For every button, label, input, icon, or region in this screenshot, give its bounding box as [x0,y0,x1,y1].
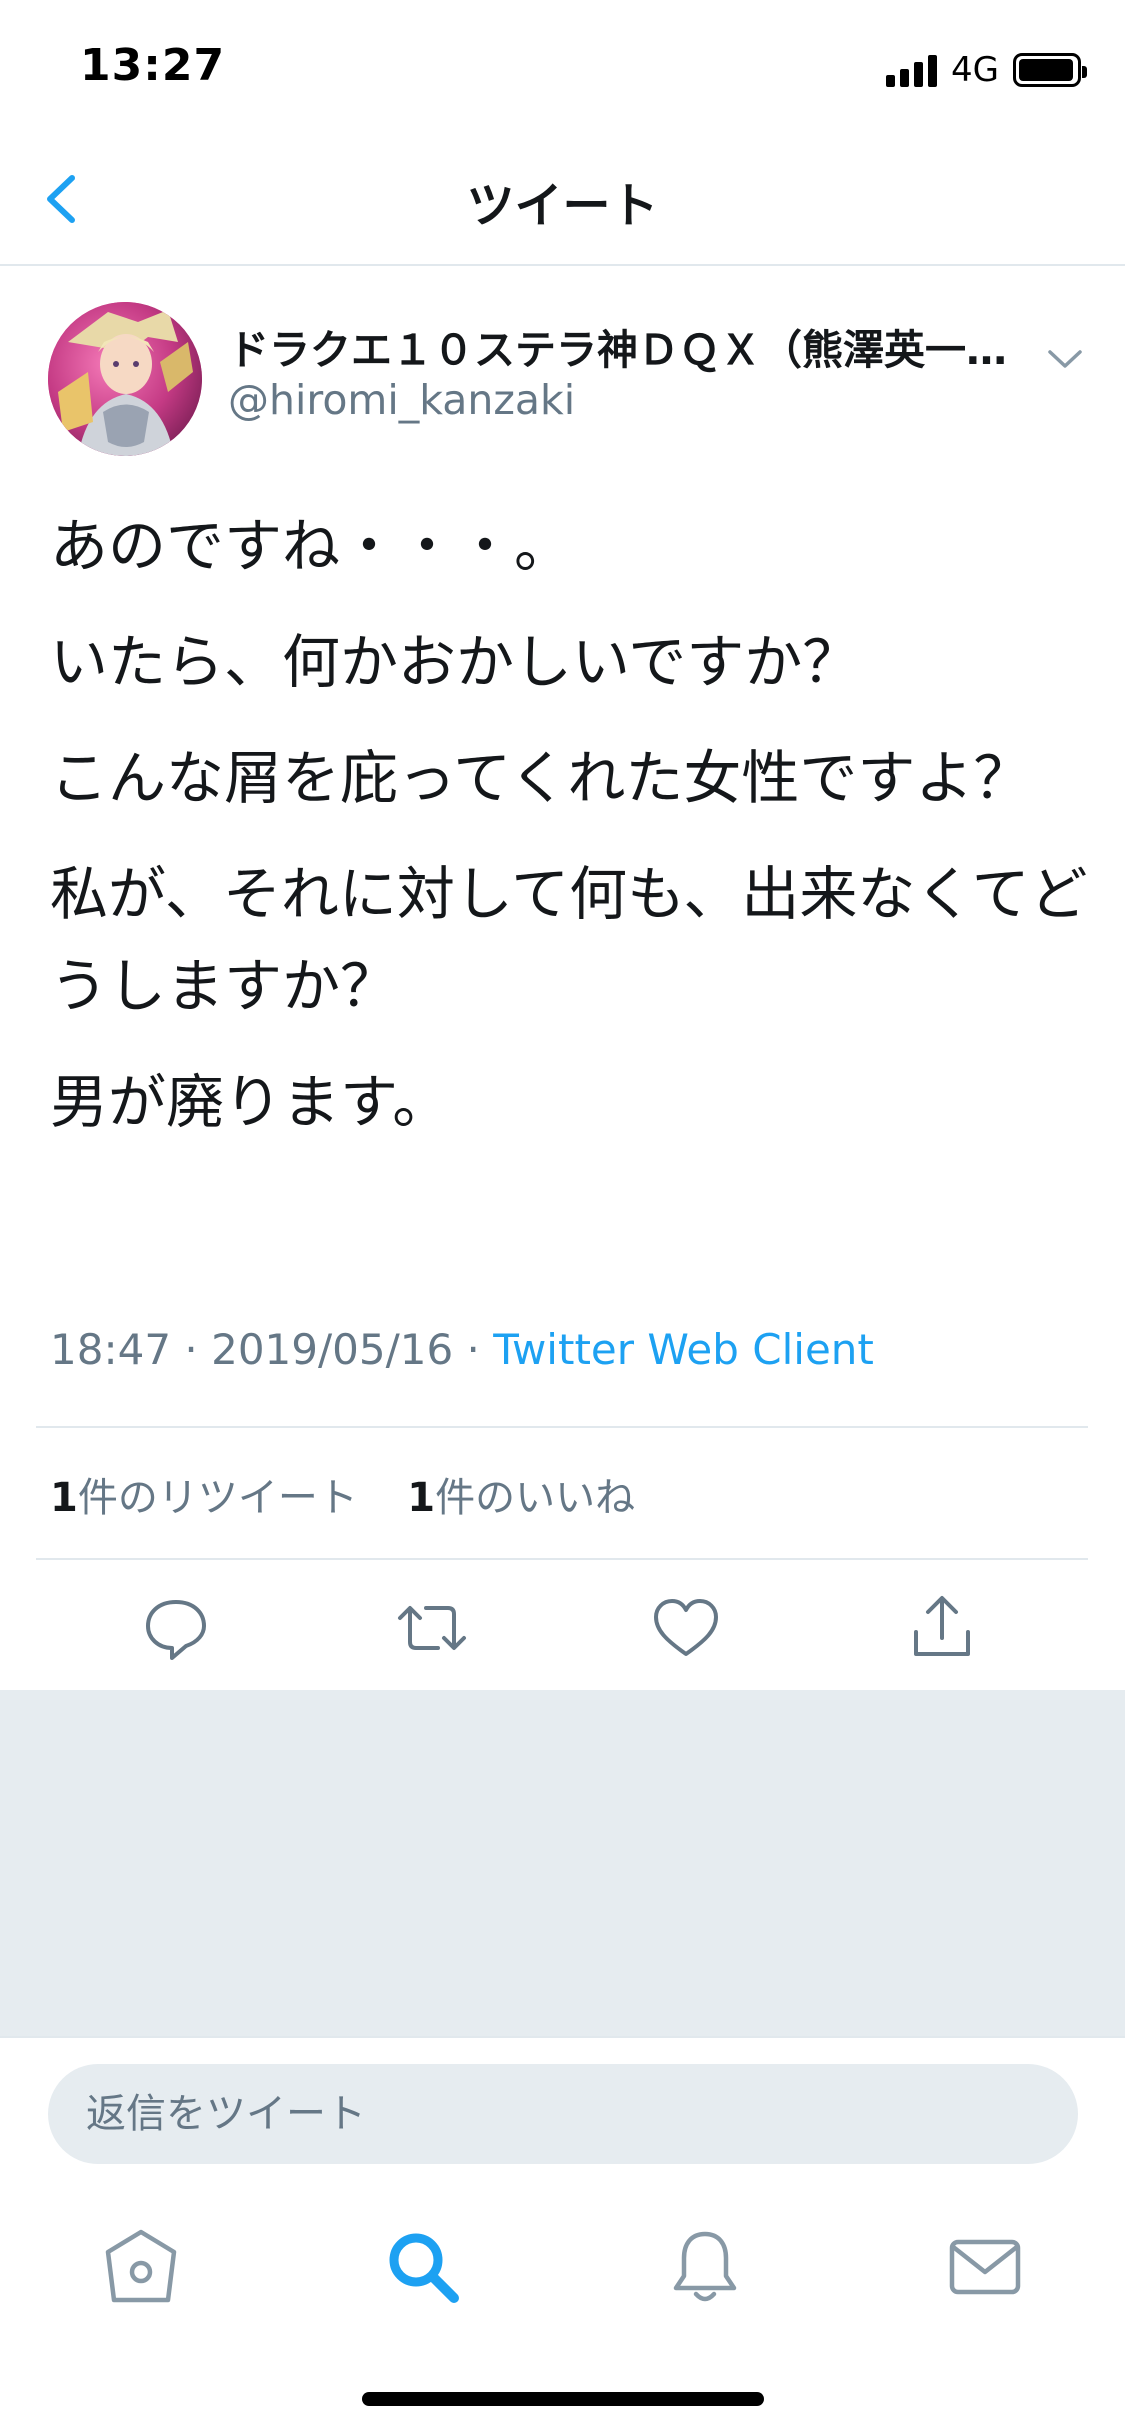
bell-icon [673,2231,737,2302]
like-count-value: 1 [407,1475,436,1521]
retweet-count[interactable]: 1件のリツイート [50,1475,358,1521]
network-type: 4G [951,50,999,90]
reply-button[interactable] [136,1588,216,1668]
share-icon [914,1596,970,1656]
meta-separator: · [453,1325,494,1374]
tweet-actions [0,1560,1125,1690]
home-indicator[interactable] [362,2392,764,2406]
meta-separator: · [171,1325,212,1374]
status-bar: 13:27 4G [0,0,1125,136]
reply-bar [0,2036,1125,2186]
divider [36,1426,1088,1428]
reply-input[interactable] [48,2064,1078,2164]
signal-icon [886,53,938,87]
tweet-text-line: いたら、何かおかしいですか？ [50,628,861,696]
tweet-time: 18:47 [50,1325,172,1374]
like-count-label: 件のいいね [435,1475,636,1521]
tweet-text-line: 私が、それに対して何も、出来なくてどうしますか？ [50,860,1088,1020]
tweet-stats: 1件のリツイート 1件のいいね [50,1465,635,1523]
tab-messages[interactable] [940,2222,1030,2312]
tab-search[interactable] [378,2222,468,2312]
mail-icon [949,2239,1021,2295]
author-handle[interactable]: @hiromi_kanzaki [228,376,575,424]
battery-icon [1013,53,1087,87]
like-button[interactable] [646,1588,726,1668]
tab-bar [0,2186,1125,2346]
retweet-icon [398,1606,466,1650]
tweet-date: 2019/05/16 [211,1325,454,1374]
avatar[interactable] [48,302,202,456]
retweet-button[interactable] [392,1588,472,1668]
avatar-image [48,302,202,456]
navigation-bar: ツイート [0,136,1125,266]
tweet-text-line: 男が廃ります。 [50,1068,451,1136]
tweet-author: ドラクエ１０ステラ神ＤＱＸ（熊澤英一… @hiromi_kanzaki [0,266,1125,476]
tweet-text-line: こんな屑を庇ってくれた女性ですよ？ [50,744,1032,812]
tab-notifications[interactable] [660,2222,750,2312]
tweet-source-link[interactable]: Twitter Web Client [493,1325,874,1374]
like-count[interactable]: 1件のいいね [407,1475,635,1521]
tweet-text: あのですね・・・。 いたら、何かおかしいですか？ こんな屑を庇ってくれた女性です… [50,500,1090,1172]
status-indicators: 4G [886,50,1087,90]
tweet-meta: 18:47 · 2019/05/16 · Twitter Web Client [50,1325,874,1374]
chevron-down-icon [1048,350,1082,368]
page-title: ツイート [466,178,659,234]
tweet-detail-screen: 13:27 4G ツイート ドラクエ１０ステラ神ＤＱＸ（熊澤英一… @hirom… [0,0,1125,2436]
search-icon [389,2233,459,2303]
reply-icon [146,1600,206,1660]
home-icon [105,2229,177,2303]
more-options-button[interactable] [1040,338,1090,378]
tab-home[interactable] [96,2222,186,2312]
status-time: 13:27 [80,40,226,91]
author-display-name[interactable]: ドラクエ１０ステラ神ＤＱＸ（熊澤英一… [228,316,1028,376]
heart-icon [654,1599,718,1656]
tweet-text-line: あのですね・・・。 [50,512,573,580]
retweet-count-value: 1 [50,1475,78,1521]
retweet-count-label: 件のリツイート [77,1475,358,1521]
share-button[interactable] [902,1588,982,1668]
replies-area [0,1690,1125,2036]
